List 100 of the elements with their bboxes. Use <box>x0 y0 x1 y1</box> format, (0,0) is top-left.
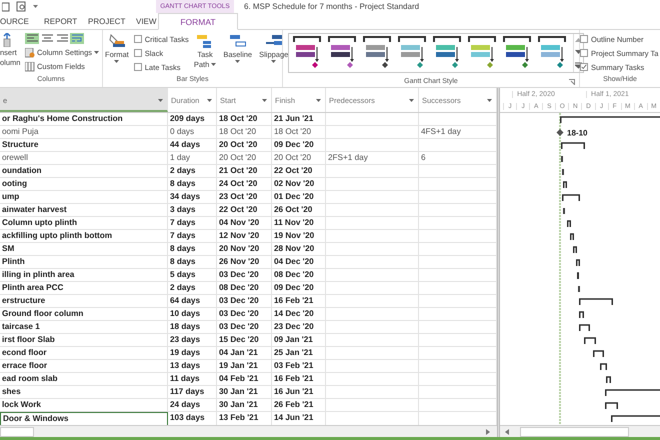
task-name-cell[interactable]: SM <box>0 243 168 256</box>
summary-bar[interactable] <box>579 324 590 331</box>
task-name-cell[interactable]: ainwater harvest <box>0 204 168 217</box>
task-name-cell[interactable]: ead room slab <box>0 373 168 386</box>
ribbon-tab[interactable]: PROJECT <box>80 13 128 29</box>
gantt-style-icon[interactable] <box>433 35 461 71</box>
caret-icon[interactable] <box>207 99 212 103</box>
task-name-cell[interactable]: erstructure <box>0 295 168 308</box>
task-name-cell[interactable]: oomi Puja <box>0 126 168 139</box>
summary-bar[interactable] <box>593 350 604 357</box>
task-name-cell[interactable]: Structure <box>0 139 168 152</box>
table-cell: 19 Nov '20 <box>272 230 326 243</box>
caret-icon[interactable] <box>316 99 321 103</box>
task-name-cell[interactable]: econd floor <box>0 347 168 360</box>
table-cell: 16 Jun '21 <box>272 386 326 399</box>
task-name-cell[interactable]: errace floor <box>0 360 168 373</box>
summary-bar[interactable] <box>573 246 577 253</box>
scroll-right-icon[interactable] <box>485 428 491 434</box>
gantt-style-icon[interactable] <box>363 35 391 71</box>
task-name-cell[interactable]: ump <box>0 191 168 204</box>
ribbon-tab[interactable]: VIEW <box>128 13 158 29</box>
summary-bar[interactable] <box>606 376 611 383</box>
task-name-cell[interactable]: Plinth area PCC <box>0 282 168 295</box>
align-left-button[interactable] <box>25 33 39 44</box>
summary-bar[interactable] <box>605 389 660 396</box>
task-name-cell[interactable]: Ground floor column <box>0 308 168 321</box>
scroll-thumb[interactable] <box>520 426 629 436</box>
task-name-cell[interactable]: orewell <box>0 152 168 165</box>
gantt-style-icon[interactable] <box>293 35 321 71</box>
caret-icon[interactable] <box>409 99 414 103</box>
task-name-cell[interactable]: or Raghu's Home Construction <box>0 113 168 126</box>
table-cell: 7 days <box>168 230 217 243</box>
ribbon-tab[interactable]: REPORT <box>36 13 80 29</box>
table-cell: 20 Oct '20 <box>217 139 272 152</box>
table-cell: 11 days <box>168 373 217 386</box>
caret-icon <box>211 63 216 67</box>
task-name-cell[interactable]: illing in plinth area <box>0 269 168 282</box>
milestone-icon[interactable] <box>556 129 564 136</box>
print-preview-icon[interactable] <box>16 1 27 12</box>
summary-bar[interactable] <box>561 142 585 149</box>
table-cell: 22 Oct '20 <box>272 165 326 178</box>
ribbon-tab[interactable]: FORMAT <box>158 13 238 30</box>
summary-bar[interactable] <box>584 337 596 344</box>
horizontal-scrollbar[interactable] <box>500 425 660 437</box>
summary-bar[interactable] <box>579 298 613 305</box>
gantt-style-icon[interactable] <box>468 35 496 71</box>
align-center-button[interactable] <box>40 33 54 44</box>
table-cell: 28 Nov '20 <box>272 243 326 256</box>
table-cell: 16 Feb '21 <box>272 373 326 386</box>
align-right-button[interactable] <box>55 33 69 44</box>
summary-bar[interactable] <box>600 363 607 370</box>
horizontal-scrollbar[interactable] <box>0 425 497 437</box>
caret-icon <box>114 60 120 64</box>
task-name-cell[interactable]: oundation <box>0 165 168 178</box>
task-name-cell[interactable]: Plinth <box>0 256 168 269</box>
table-cell: 26 Oct '20 <box>272 204 326 217</box>
caret-icon[interactable] <box>262 99 267 103</box>
gantt-style-icon[interactable] <box>328 35 356 71</box>
table-cell: 18 Oct '20 <box>217 113 272 126</box>
task-name-cell[interactable]: lock Work <box>0 399 168 412</box>
caret-icon[interactable] <box>487 99 492 103</box>
dropdown-icon[interactable] <box>33 4 38 8</box>
dialog-launcher-icon[interactable] <box>569 79 575 85</box>
summary-bar[interactable] <box>562 194 580 201</box>
summary-bar[interactable] <box>611 415 660 422</box>
gantt-style-icon[interactable] <box>538 35 566 71</box>
summary-bar[interactable] <box>576 259 580 266</box>
scroll-thumb[interactable] <box>0 426 34 436</box>
task-name-cell[interactable]: ackfilling upto plinth bottom <box>0 230 168 243</box>
task-name-cell[interactable]: shes <box>0 386 168 399</box>
summary-bar[interactable] <box>605 402 618 409</box>
table-cell: 22 Oct '20 <box>217 204 272 217</box>
table-cell: 01 Dec '20 <box>272 191 326 204</box>
table-cell: 08 Dec '20 <box>217 282 272 295</box>
gantt-style-icon[interactable] <box>503 35 531 71</box>
table-cell: 21 Oct '20 <box>217 165 272 178</box>
save-icon[interactable] <box>2 2 10 12</box>
task-name-cell[interactable]: irst floor Slab <box>0 334 168 347</box>
table-cell: 10 days <box>168 308 217 321</box>
table-cell: 2 days <box>168 282 217 295</box>
summary-bar[interactable] <box>560 116 660 123</box>
summary-bar[interactable] <box>563 181 567 188</box>
gantt-style-icon[interactable] <box>398 35 426 71</box>
more-icon[interactable] <box>575 62 582 68</box>
summary-bar[interactable] <box>570 233 574 240</box>
scroll-left-icon[interactable] <box>504 428 510 434</box>
summary-bar[interactable] <box>579 311 584 318</box>
table-cell: 12 Nov '20 <box>217 230 272 243</box>
task-name-cell[interactable]: taircase 1 <box>0 321 168 334</box>
table-cell: 08 Dec '20 <box>272 269 326 282</box>
ribbon-tab[interactable]: OURCE <box>0 13 36 29</box>
table-cell: 23 days <box>168 334 217 347</box>
table-cell: 18 Oct '20 <box>217 126 272 139</box>
summary-bar[interactable] <box>567 220 571 227</box>
baseline-icon <box>230 33 246 49</box>
task-name-cell[interactable]: Column upto plinth <box>0 217 168 230</box>
table-cell: 64 days <box>168 295 217 308</box>
task-name-cell[interactable]: ooting <box>0 178 168 191</box>
table-cell: 19 days <box>168 347 217 360</box>
caret-icon[interactable] <box>158 99 163 103</box>
